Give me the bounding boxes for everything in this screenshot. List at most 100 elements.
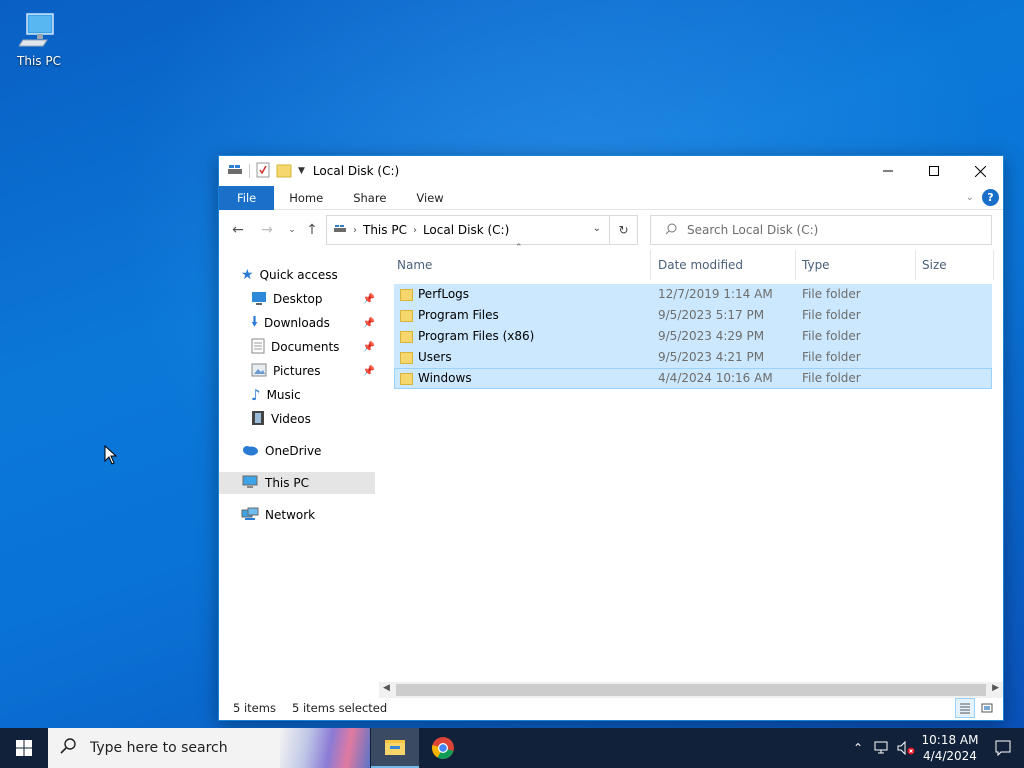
start-button[interactable] (0, 728, 48, 768)
taskbar-search-input[interactable]: Type here to search (90, 740, 228, 756)
file-date: 9/5/2023 4:21 PM (658, 350, 765, 364)
nav-onedrive[interactable]: OneDrive (241, 440, 321, 462)
pin-icon[interactable]: 📌 (363, 342, 375, 353)
chevron-right-icon: › (353, 224, 357, 236)
nav-label: Quick access (259, 268, 338, 282)
search-input[interactable]: Search Local Disk (C:) (687, 223, 818, 237)
nav-item-videos[interactable]: Videos (251, 408, 311, 430)
this-pc-icon (18, 10, 59, 50)
search-box[interactable]: Search Local Disk (C:) (650, 215, 992, 245)
nav-label: Pictures (273, 364, 321, 378)
desktop-icon-this-pc[interactable]: This PC (10, 8, 68, 68)
volume-button[interactable] (894, 741, 918, 755)
large-icons-view-button[interactable] (977, 698, 997, 718)
pin-icon[interactable]: 📌 (363, 366, 375, 377)
folder-icon (400, 310, 413, 322)
pin-icon[interactable]: 📌 (363, 294, 375, 305)
maximize-button[interactable] (911, 156, 957, 186)
column-name[interactable]: Name (389, 250, 651, 280)
file-name: Program Files (418, 308, 499, 322)
column-type[interactable]: Type (794, 250, 916, 280)
taskbar-app-file-explorer[interactable] (371, 728, 419, 768)
expand-ribbon-icon[interactable]: ⌄ (966, 192, 974, 203)
file-row[interactable]: Users 9/5/2023 4:21 PM File folder (394, 347, 992, 368)
nav-this-pc[interactable]: This PC (219, 472, 375, 494)
breadcrumb-this-pc[interactable]: This PC (363, 223, 407, 237)
nav-item-documents[interactable]: Documents 📌 (251, 336, 375, 358)
chevron-right-icon: › (412, 224, 417, 236)
pictures-icon (251, 363, 267, 380)
nav-label: Videos (271, 412, 311, 426)
address-dropdown-icon[interactable]: ⌄ (593, 223, 601, 234)
action-center-button[interactable] (982, 740, 1024, 756)
file-name: Windows (418, 371, 472, 385)
new-folder-icon[interactable] (276, 162, 292, 181)
drive-icon (333, 223, 347, 237)
pin-icon[interactable]: 📌 (363, 318, 375, 329)
nav-item-pictures[interactable]: Pictures 📌 (251, 360, 375, 382)
desktop-icon (251, 291, 267, 308)
scroll-left-icon[interactable]: ◀ (383, 683, 390, 693)
nav-item-downloads[interactable]: 🠛 Downloads 📌 (251, 312, 375, 334)
tab-share[interactable]: Share (338, 186, 401, 210)
show-hidden-icons-button[interactable]: ⌃ (846, 741, 870, 755)
up-button[interactable]: ↑ (301, 219, 323, 241)
recent-locations-button[interactable]: ⌄ (281, 219, 303, 241)
file-rows: PerfLogs 12/7/2019 1:14 AM File folder P… (394, 284, 992, 389)
file-name: Users (418, 350, 452, 364)
properties-icon[interactable] (256, 162, 270, 181)
close-button[interactable] (957, 156, 1003, 186)
nav-item-desktop[interactable]: Desktop 📌 (251, 288, 375, 310)
back-button[interactable]: ← (227, 219, 249, 241)
breadcrumb-local-disk[interactable]: Local Disk (C:) (423, 223, 509, 237)
nav-label: Desktop (273, 292, 323, 306)
nav-quick-access[interactable]: ★ Quick access (241, 264, 338, 286)
nav-label: This PC (265, 476, 309, 490)
file-type: File folder (802, 308, 861, 322)
address-bar[interactable]: › This PC › Local Disk (C:) ⌄ (326, 215, 610, 245)
chrome-icon (432, 737, 454, 759)
details-view-button[interactable] (955, 698, 975, 718)
nav-label: Network (265, 508, 316, 522)
clock[interactable]: 10:18 AM 4/4/2024 (918, 732, 982, 764)
network-status-button[interactable] (870, 741, 894, 755)
title-bar[interactable]: ▼ Local Disk (C:) (219, 156, 1003, 186)
taskbar-search[interactable]: Type here to search (48, 728, 370, 768)
column-date-modified[interactable]: Date modified (650, 250, 796, 280)
folder-icon (400, 289, 413, 301)
customize-toolbar-icon[interactable]: ▼ (298, 166, 305, 176)
file-row[interactable]: Windows 4/4/2024 10:16 AM File folder (394, 368, 992, 389)
music-icon: ♪ (251, 386, 261, 404)
file-row[interactable]: Program Files 9/5/2023 5:17 PM File fold… (394, 305, 992, 326)
volume-muted-icon (897, 741, 915, 755)
maximize-icon (929, 166, 939, 176)
tab-file[interactable]: File (219, 185, 275, 210)
minimize-button[interactable] (865, 156, 911, 186)
arrow-up-icon: ↑ (306, 222, 318, 238)
divider (249, 164, 250, 178)
nav-network[interactable]: Network (241, 504, 315, 526)
file-row[interactable]: Program Files (x86) 9/5/2023 4:29 PM Fil… (394, 326, 992, 347)
refresh-button[interactable]: ↻ (610, 215, 638, 245)
selected-count: 5 items selected (292, 701, 388, 715)
nav-item-music[interactable]: ♪ Music (251, 384, 301, 406)
search-icon (60, 738, 76, 758)
file-date: 9/5/2023 5:17 PM (658, 308, 765, 322)
tab-home[interactable]: Home (274, 186, 338, 210)
tab-view[interactable]: View (401, 186, 458, 210)
taskbar-app-chrome[interactable] (419, 728, 467, 768)
large-icons-view-icon (981, 703, 993, 713)
forward-button[interactable]: → (256, 219, 278, 241)
explorer-body: ★ Quick access Desktop 📌 🠛 Downloads 📌 D… (219, 243, 1003, 698)
window-controls (865, 156, 1003, 186)
clock-time: 10:18 AM (921, 733, 979, 747)
nav-label: OneDrive (265, 444, 322, 458)
nav-label: Downloads (264, 316, 330, 330)
file-row[interactable]: PerfLogs 12/7/2019 1:14 AM File folder (394, 284, 992, 305)
arrow-left-icon: ← (232, 222, 244, 238)
desktop-icon-label: This PC (17, 54, 61, 68)
scrollbar-thumb[interactable] (396, 684, 986, 696)
help-icon[interactable]: ? (982, 189, 999, 206)
column-size[interactable]: Size (914, 250, 994, 280)
scroll-right-icon[interactable]: ▶ (992, 683, 999, 693)
